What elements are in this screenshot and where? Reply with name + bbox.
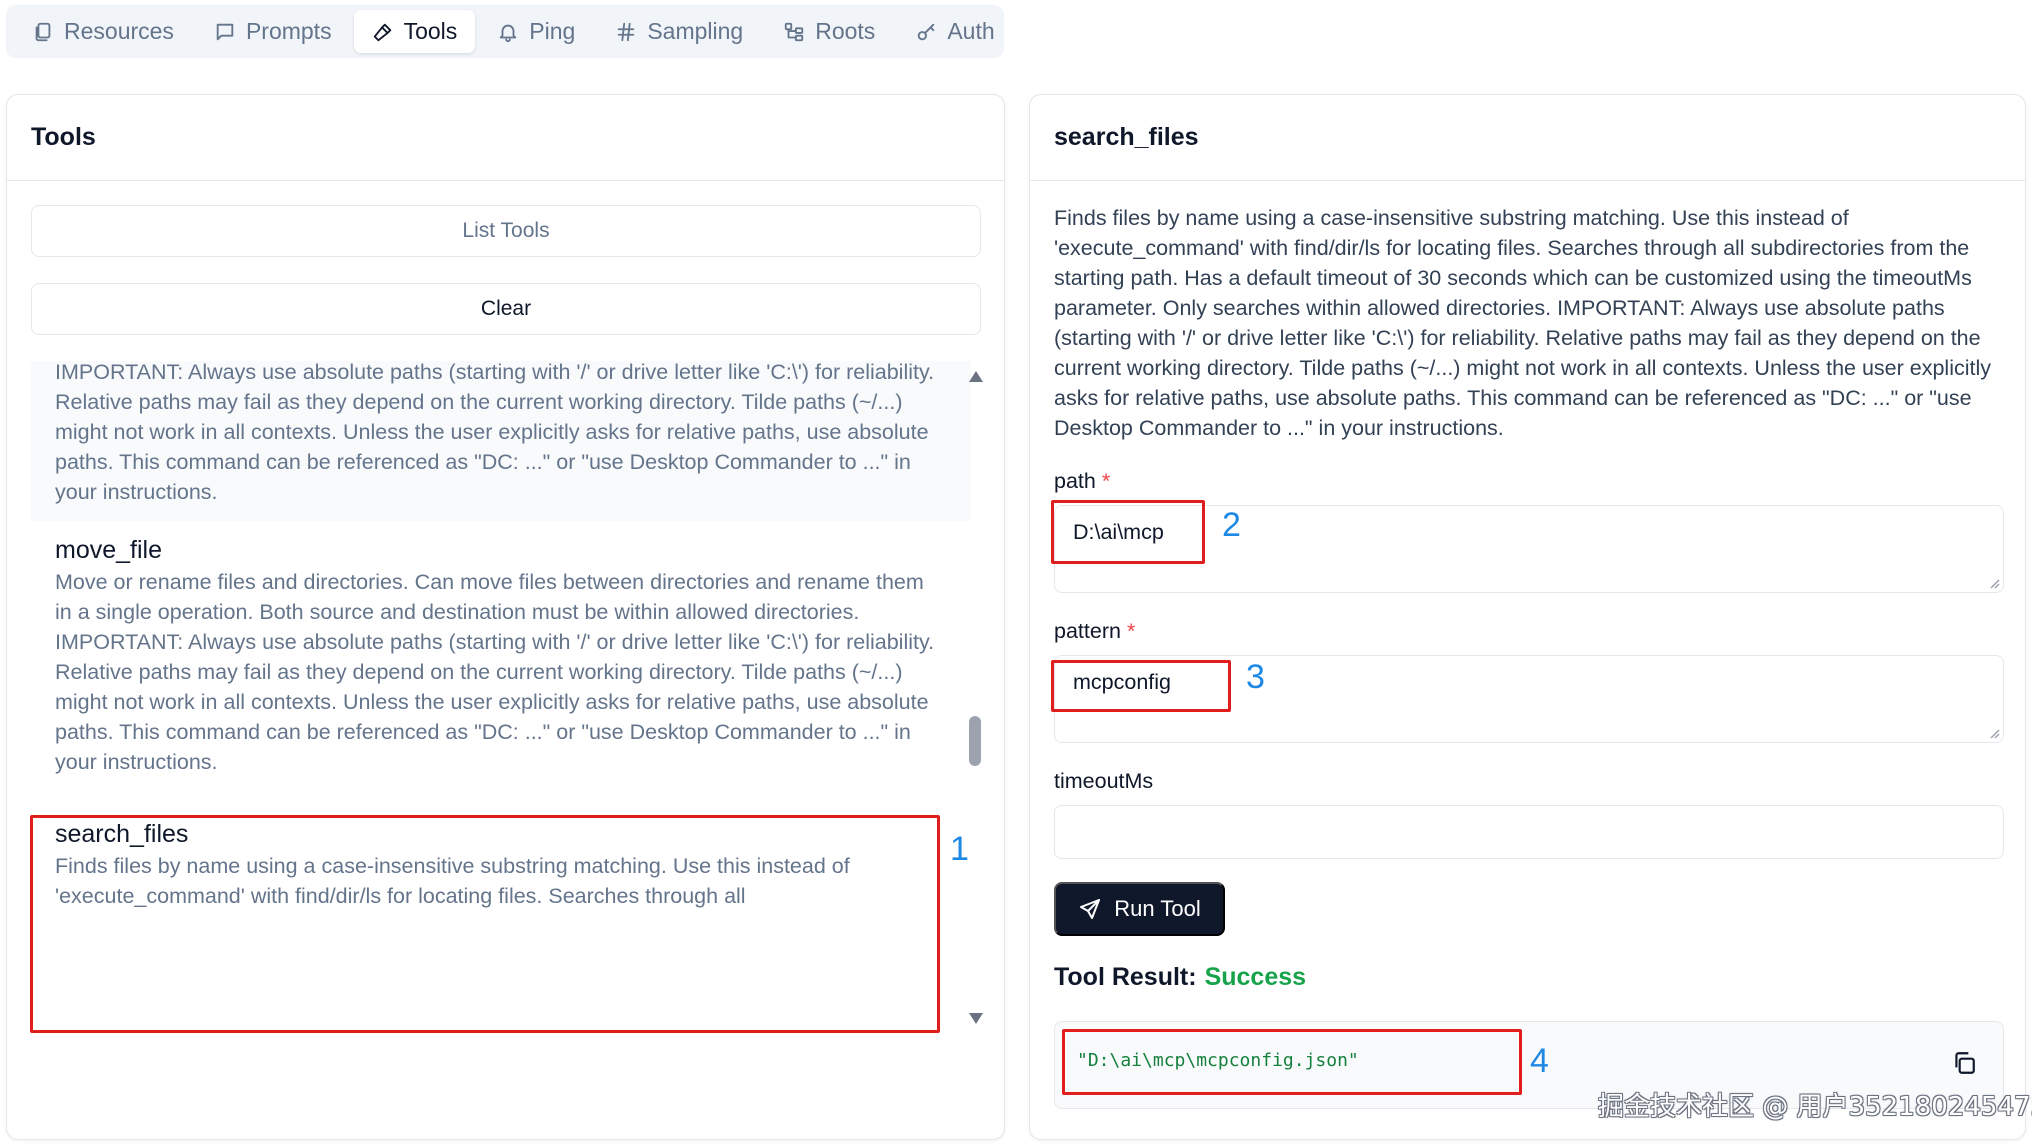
pattern-input[interactable]: mcpconfig (1054, 655, 2004, 743)
pattern-value: mcpconfig (1073, 670, 1171, 694)
tab-label: Auth (947, 18, 995, 44)
tool-result-label: Tool Result: (1054, 963, 1197, 991)
tab-label: Roots (815, 18, 876, 44)
tools-panel: Tools List Tools Clear directories with … (6, 94, 1005, 1140)
tool-name: search_files (55, 820, 189, 848)
scroll-thumb[interactable] (969, 716, 981, 766)
required-mark: * (1101, 469, 1111, 493)
tab-label: Resources (64, 18, 174, 44)
copy-button[interactable] (1951, 1050, 1979, 1078)
tab-roots[interactable]: Roots (765, 10, 893, 53)
hash-icon (618, 22, 635, 41)
list-tools-button[interactable]: List Tools (31, 205, 981, 257)
tab-sampling[interactable]: Sampling (597, 10, 761, 53)
hammer-icon (373, 23, 391, 41)
tool-detail-header: search_files (1030, 95, 2025, 181)
clear-button[interactable]: Clear (31, 283, 981, 335)
tools-panel-title: Tools (31, 123, 96, 151)
tool-detail-panel: search_files Finds files by name using a… (1029, 94, 2026, 1140)
tree-icon (785, 22, 804, 41)
message-icon (216, 23, 234, 40)
timeout-input[interactable] (1054, 805, 2004, 859)
scroll-down-icon[interactable] (969, 1013, 983, 1024)
path-value: D:\ai\mcp (1073, 520, 1164, 544)
tab-tools[interactable]: Tools (353, 10, 476, 53)
path-label: path * (1054, 469, 1110, 494)
annotation-number-3: 3 (1246, 658, 1265, 696)
tool-name: move_file (55, 536, 162, 564)
resize-grip-icon[interactable] (1988, 577, 2000, 589)
tool-description: Finds files by name using a case-insensi… (55, 854, 850, 908)
tool-list-item[interactable]: directories with [FILE] and [DIR] prefix… (31, 361, 971, 521)
path-label-text: path (1054, 469, 1096, 493)
run-tool-button[interactable]: Run Tool (1054, 882, 1225, 936)
tool-list-scrollbar[interactable] (963, 361, 987, 1031)
tab-label: Tools (403, 18, 458, 44)
tool-description: Move or rename files and directories. Ca… (55, 570, 935, 774)
watermark: 掘金技术社区 @ 用户352180245475 (1598, 1092, 2032, 1122)
file-icon (35, 22, 51, 41)
scroll-up-icon[interactable] (969, 371, 983, 382)
tool-list-item[interactable]: move_file Move or rename files and direc… (31, 521, 971, 791)
tab-prompts[interactable]: Prompts (196, 10, 350, 53)
tool-list: directories with [FILE] and [DIR] prefix… (31, 361, 971, 1031)
resize-grip-icon[interactable] (1988, 727, 2000, 739)
run-tool-label: Run Tool (1114, 896, 1201, 921)
path-input[interactable]: D:\ai\mcp (1054, 505, 2004, 593)
timeout-label: timeoutMs (1054, 769, 1154, 793)
tool-result-heading: Tool Result: Success (1054, 963, 1306, 992)
tab-auth[interactable]: Auth (897, 10, 1012, 53)
key-icon (918, 23, 935, 40)
tools-panel-header: Tools (7, 95, 1004, 181)
tab-label: Prompts (245, 18, 332, 44)
tab-ping[interactable]: Ping (479, 10, 593, 53)
tool-detail-description: Finds files by name using a case-insensi… (1054, 206, 1992, 440)
pattern-label: pattern * (1054, 619, 1135, 644)
annotation-number-4: 4 (1530, 1042, 1549, 1080)
tool-list-item-selected[interactable]: search_files Finds files by name using a… (31, 791, 971, 925)
tab-bar: Resources Prompts Tools Ping Sampling Ro… (6, 5, 1004, 58)
tab-label: Sampling (647, 18, 744, 44)
copy-icon (1955, 1052, 1975, 1074)
send-icon (1080, 899, 1101, 919)
tab-resources[interactable]: Resources (14, 10, 192, 53)
tool-description: directories with [FILE] and [DIR] prefix… (55, 361, 935, 504)
annotation-number-1: 1 (950, 830, 969, 868)
tool-result-value: "D:\ai\mcp\mcpconfig.json" (1077, 1050, 1359, 1071)
pattern-label-text: pattern (1054, 619, 1121, 643)
tool-result-status: Success (1204, 963, 1307, 991)
bell-icon (500, 24, 517, 42)
tool-detail-title: search_files (1054, 123, 1199, 151)
annotation-number-2: 2 (1222, 506, 1241, 544)
tab-label: Ping (529, 18, 576, 44)
required-mark: * (1126, 619, 1136, 643)
